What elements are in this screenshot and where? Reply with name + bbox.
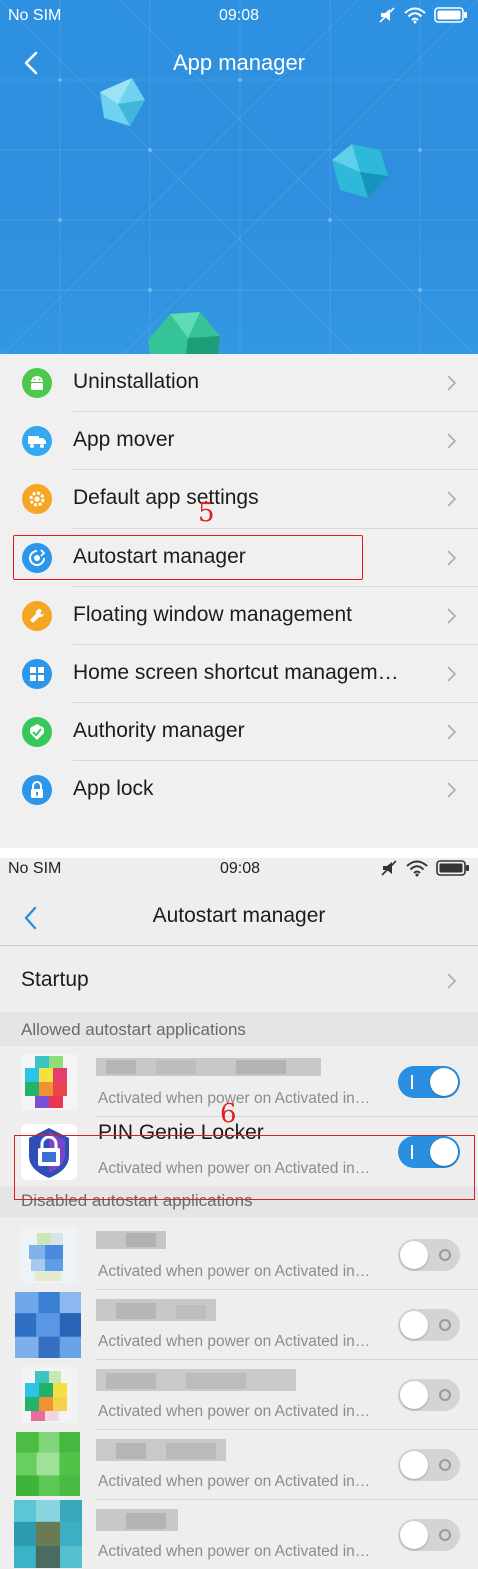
app-row[interactable]: Activated when power on Activated in… xyxy=(0,1360,478,1430)
app-description: Activated when power on Activated in… xyxy=(98,1090,371,1107)
menu-item-label: Uninstallation xyxy=(73,370,200,393)
app-row[interactable]: Activated when power on Activated in… xyxy=(0,1290,478,1360)
wifi-icon xyxy=(406,860,428,877)
clock: 09:08 xyxy=(219,7,260,24)
app-icon xyxy=(16,1432,80,1496)
title-bar: Autostart manager xyxy=(0,892,478,946)
menu-item-home-screen-shortcut-management[interactable]: Home screen shortcut managem… xyxy=(0,645,478,704)
autostart-toggle[interactable] xyxy=(398,1309,460,1341)
app-icon xyxy=(14,1500,82,1568)
menu-item-default-app-settings[interactable]: Default app settings xyxy=(0,470,478,529)
chevron-right-icon xyxy=(447,375,457,391)
autostart-manager-screen: No SIM 09:08 Autostart manager Startup A… xyxy=(0,858,478,1569)
app-manager-screen: No SIM 09:08 App manager Uninstallation … xyxy=(0,0,478,848)
menu-item-floating-window-management[interactable]: Floating window management xyxy=(0,587,478,645)
step-number-annotation: 5 xyxy=(198,498,215,528)
app-description: Activated when power on Activated in… xyxy=(98,1333,371,1350)
chevron-right-icon xyxy=(447,608,457,624)
allowed-section-header: Allowed autostart applications xyxy=(0,1012,478,1046)
highlight-box xyxy=(13,535,363,580)
carrier-label: No SIM xyxy=(8,860,62,877)
page-title: App manager xyxy=(172,50,306,75)
header-banner: No SIM 09:08 App manager xyxy=(0,0,478,354)
wrench-icon xyxy=(22,600,52,631)
app-row[interactable]: Activated when power on Activated in… xyxy=(0,1047,478,1117)
chevron-right-icon xyxy=(447,433,457,449)
menu-item-authority-manager[interactable]: Authority manager xyxy=(0,703,478,762)
status-bar: No SIM 09:08 xyxy=(0,858,478,886)
chevron-right-icon xyxy=(447,973,457,989)
app-icon xyxy=(15,1292,81,1358)
chevron-right-icon xyxy=(447,491,457,508)
app-description: Activated when power on Activated in… xyxy=(98,1543,371,1560)
menu-item-label: App lock xyxy=(73,777,154,801)
blurred-app-name xyxy=(96,1299,216,1321)
clock: 09:08 xyxy=(220,860,261,877)
gear-icon xyxy=(22,484,52,515)
gem-decoration-3 xyxy=(148,312,220,354)
screen-divider xyxy=(0,848,478,858)
autostart-toggle[interactable] xyxy=(398,1066,460,1098)
autostart-toggle[interactable] xyxy=(398,1519,460,1551)
menu-item-label: Floating window management xyxy=(73,602,352,626)
blurred-app-name xyxy=(96,1439,226,1461)
chevron-right-icon xyxy=(447,666,457,682)
app-row[interactable]: Activated when power on Activated in… xyxy=(0,1220,478,1290)
chevron-right-icon xyxy=(447,724,457,740)
menu-item-app-mover[interactable]: App mover xyxy=(0,412,478,471)
app-manager-menu: Uninstallation App mover Default app set… xyxy=(0,354,478,820)
battery-icon xyxy=(436,860,469,876)
lock-icon xyxy=(22,775,52,806)
status-bar: No SIM 09:08 xyxy=(0,0,478,32)
startup-row[interactable]: Startup xyxy=(0,948,478,1012)
menu-item-label: Home screen shortcut managem… xyxy=(73,660,399,684)
grid-icon xyxy=(22,658,52,689)
page-title: Autostart manager xyxy=(152,904,326,927)
app-description: Activated when power on Activated in… xyxy=(98,1403,371,1420)
truck-icon xyxy=(22,426,52,457)
shield-check-icon xyxy=(22,717,52,748)
blurred-app-name xyxy=(96,1058,321,1076)
menu-item-app-lock[interactable]: App lock xyxy=(0,761,478,819)
startup-label: Startup xyxy=(21,968,89,991)
mute-icon xyxy=(379,7,395,23)
menu-item-uninstallation[interactable]: Uninstallation xyxy=(0,354,478,413)
app-icon xyxy=(21,1054,77,1110)
title-bar: App manager xyxy=(0,40,478,86)
autostart-toggle[interactable] xyxy=(398,1379,460,1411)
chevron-right-icon xyxy=(447,782,457,798)
app-icon xyxy=(21,1367,77,1423)
app-description: Activated when power on Activated in… xyxy=(98,1473,371,1490)
app-row[interactable]: Activated when power on Activated in… xyxy=(0,1500,478,1569)
chevron-right-icon xyxy=(447,549,457,566)
menu-item-label: App mover xyxy=(73,428,175,452)
autostart-toggle[interactable] xyxy=(398,1239,460,1271)
app-row[interactable]: Activated when power on Activated in… xyxy=(0,1430,478,1500)
battery-icon xyxy=(434,7,467,23)
android-icon xyxy=(22,368,52,398)
highlight-box xyxy=(14,1135,475,1200)
blurred-app-name xyxy=(96,1231,166,1249)
step-number-annotation: 6 xyxy=(220,1099,237,1129)
mute-icon xyxy=(381,860,397,876)
app-icon xyxy=(21,1227,77,1283)
menu-item-label: Authority manager xyxy=(73,719,245,743)
gem-decoration-2 xyxy=(332,144,388,198)
section-header-label: Allowed autostart applications xyxy=(21,1020,246,1039)
menu-item-label: Default app settings xyxy=(73,486,259,510)
blurred-app-name xyxy=(96,1509,178,1531)
blurred-app-name xyxy=(96,1369,296,1391)
autostart-toggle[interactable] xyxy=(398,1449,460,1481)
wifi-icon xyxy=(404,7,426,24)
carrier-label: No SIM xyxy=(8,7,62,24)
app-description: Activated when power on Activated in… xyxy=(98,1263,371,1280)
